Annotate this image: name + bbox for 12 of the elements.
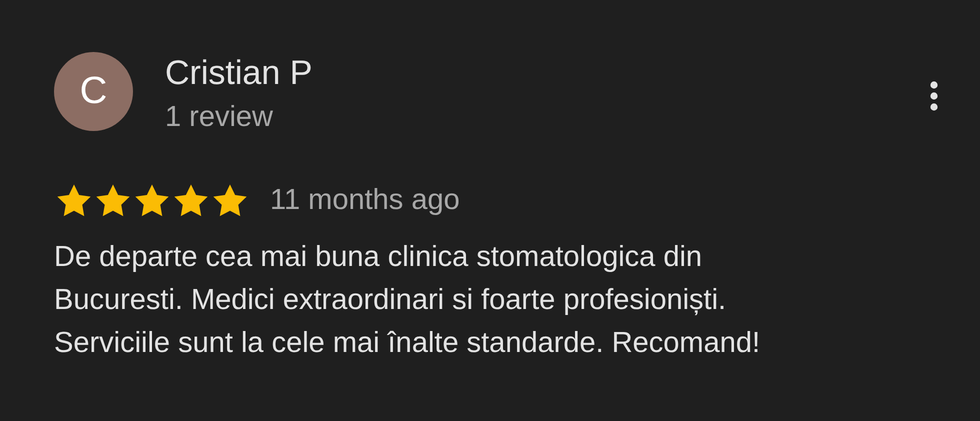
star-icon	[56, 183, 92, 218]
review-time: 11 months ago	[270, 184, 460, 217]
avatar[interactable]: C	[54, 52, 133, 131]
star-icon	[212, 183, 248, 218]
review-text: De departe cea mai buna clinica stomatologica din Bucuresti. Medici extraordinari si foarte profesioniști. Serviciile sunt la cele mai înalte standarde. Recomand!	[54, 240, 762, 361]
more-options-button[interactable]	[928, 80, 940, 112]
author-name[interactable]: Cristian P	[165, 53, 928, 93]
star-icon	[95, 183, 131, 218]
author-review-count: 1 review	[165, 100, 274, 135]
star-icon	[134, 183, 170, 218]
more-icon	[930, 81, 938, 111]
star-icon	[173, 183, 209, 218]
